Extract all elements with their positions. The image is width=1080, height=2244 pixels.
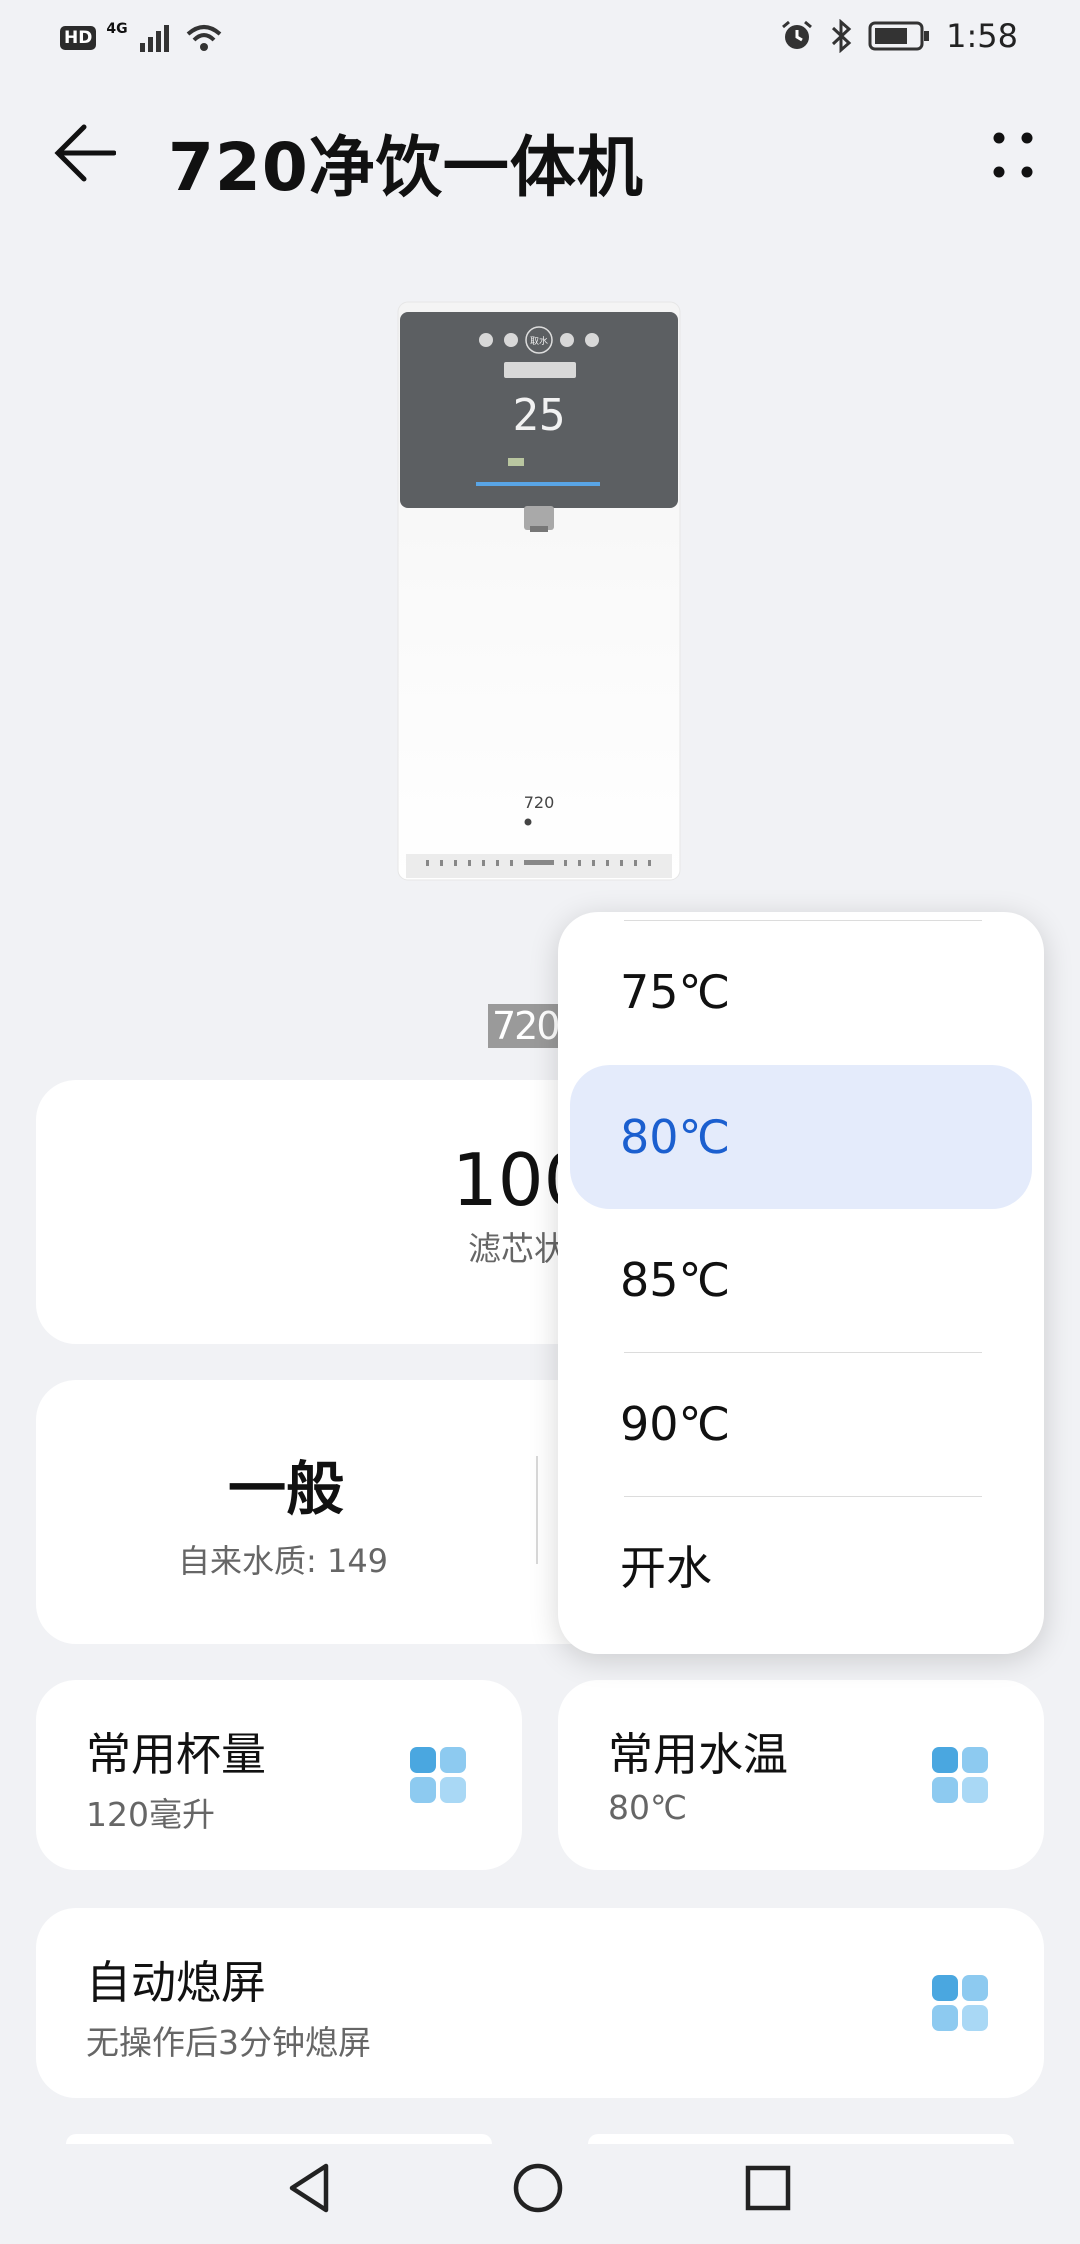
signal-icon (139, 25, 169, 52)
temp-option-85[interactable]: 85℃ (570, 1208, 1032, 1352)
device-display-temp: 25 (513, 390, 566, 441)
water-temp-value: 80℃ (608, 1788, 688, 1827)
cup-volume-card[interactable]: 常用杯量 120毫升 (36, 1680, 522, 1870)
cup-volume-value: 120毫升 (86, 1795, 215, 1834)
status-bar-left: HD 4G (60, 18, 224, 58)
status-bar-right: 1:58 (780, 14, 1018, 58)
clock: 1:58 (946, 17, 1018, 55)
more-dots-icon (993, 132, 1033, 178)
alarm-icon (782, 20, 813, 49)
nav-recents-icon[interactable] (738, 2158, 798, 2218)
nav-home-icon[interactable] (508, 2158, 568, 2218)
more-options-button[interactable] (978, 120, 1048, 190)
temp-option-boiling[interactable]: 开水 (570, 1496, 1032, 1640)
screen-off-value: 无操作后3分钟熄屏 (86, 2023, 371, 2062)
water-temp-card[interactable]: 常用水温 80℃ (558, 1680, 1044, 1870)
temperature-dropdown[interactable]: 75℃ 80℃ 85℃ 90℃ 开水 (558, 912, 1044, 1654)
water-quality-sub: 自来水质: 149 (178, 1542, 389, 1580)
back-arrow-icon (54, 124, 116, 182)
network-type: 4G (106, 21, 128, 37)
temp-option-80-selected[interactable]: 80℃ (570, 1065, 1032, 1209)
back-button[interactable] (50, 118, 120, 188)
next-card-edge (588, 2134, 1014, 2144)
apps-grid-icon (932, 1747, 988, 1803)
wifi-icon (186, 25, 221, 51)
hd-badge: HD (60, 26, 97, 50)
nav-back-icon[interactable] (280, 2158, 340, 2218)
cup-volume-title: 常用杯量 (86, 1728, 267, 1781)
device-model-text: 720 (524, 793, 555, 812)
water-quality-value: 一般 (228, 1455, 345, 1523)
apps-grid-icon (932, 1975, 988, 2031)
temp-option-90[interactable]: 90℃ (570, 1352, 1032, 1496)
water-temp-title: 常用水温 (608, 1728, 789, 1781)
temp-option-75[interactable]: 75℃ (570, 920, 1032, 1064)
page-title: 720净饮一体机 (168, 129, 644, 206)
auto-screen-off-card[interactable]: 自动熄屏 无操作后3分钟熄屏 (36, 1908, 1044, 2098)
screen-off-title: 自动熄屏 (86, 1956, 267, 2009)
bluetooth-icon (832, 19, 852, 53)
device-display-label: 取水 (530, 335, 548, 347)
apps-grid-icon (410, 1747, 466, 1803)
device-image: 取水 25 720 (397, 301, 681, 881)
divider (536, 1456, 538, 1564)
next-card-edge (66, 2134, 492, 2144)
battery-icon (868, 21, 930, 51)
